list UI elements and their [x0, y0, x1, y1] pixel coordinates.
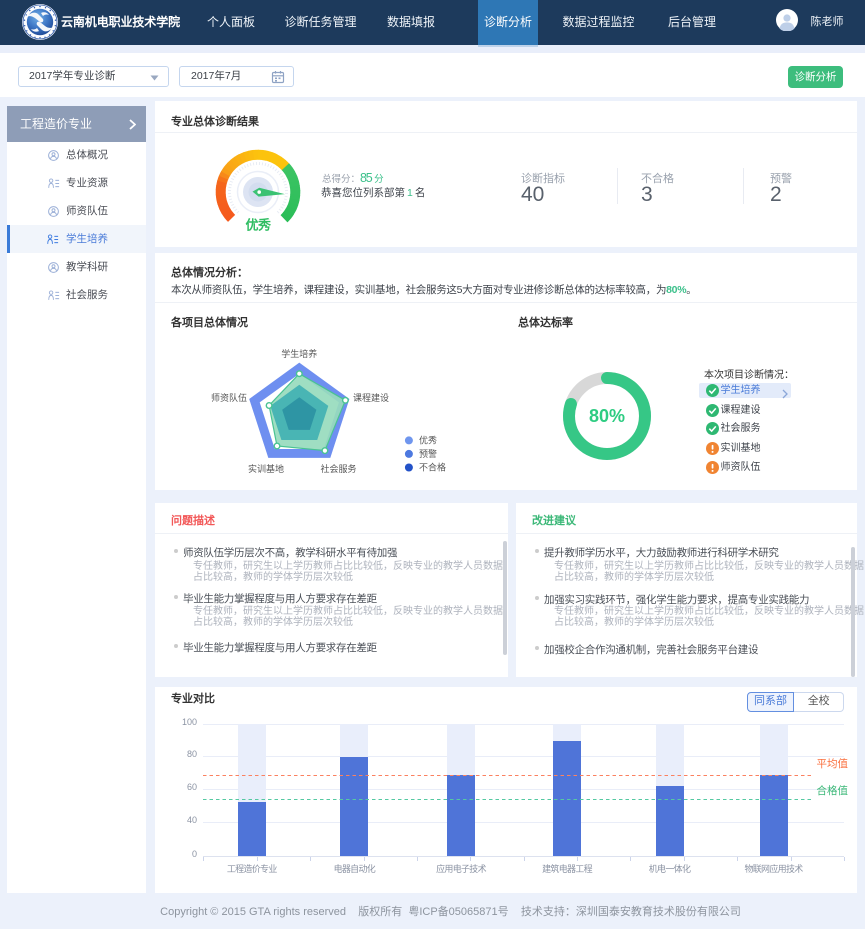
- svg-text:师资队伍: 师资队伍: [211, 392, 247, 403]
- svg-text:优秀: 优秀: [419, 435, 437, 446]
- svg-text:80%: 80%: [589, 406, 625, 426]
- svg-text:不合格: 不合格: [419, 462, 446, 473]
- svg-text:学生培养: 学生培养: [281, 348, 317, 359]
- svg-text:课程建设: 课程建设: [353, 392, 389, 403]
- svg-text:预警: 预警: [419, 448, 437, 459]
- svg-text:社会服务: 社会服务: [320, 463, 356, 474]
- svg-text:优秀: 优秀: [245, 218, 272, 233]
- svg-text:实训基地: 实训基地: [248, 463, 284, 474]
